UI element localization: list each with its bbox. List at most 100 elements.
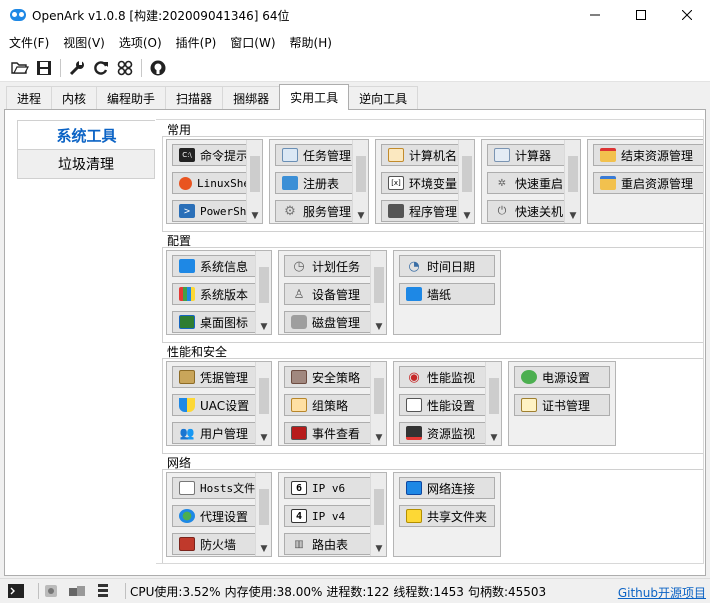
process-count: 进程数:122 <box>326 584 390 599</box>
resource-monitor-button[interactable]: 资源监视 <box>399 422 487 444</box>
datetime-button[interactable]: ◔ 时间日期 <box>399 255 495 277</box>
group-scrollbar[interactable]: ▼ <box>246 140 262 223</box>
thread-count: 线程数:1453 <box>393 584 464 599</box>
console-icon[interactable] <box>8 584 24 598</box>
ipv4-icon: 4 <box>291 509 307 523</box>
quick-shutdown-button[interactable]: ⏻ 快速关机 <box>487 200 567 222</box>
hosts-file-button[interactable]: Hosts文件 <box>172 477 258 499</box>
status-bar: CPU使用:3.52% 内存使用:38.00% 进程数:122 线程数:1453… <box>0 578 710 603</box>
event-viewer-icon <box>291 426 307 440</box>
tab-kernel[interactable]: 内核 <box>51 86 98 110</box>
task-scheduler-button[interactable]: ◷ 计划任务 <box>284 255 372 277</box>
tab-coder[interactable]: 编程助手 <box>96 86 167 110</box>
services-button[interactable]: ⚙ 服务管理 <box>275 200 355 222</box>
perf-settings-button[interactable]: 性能设置 <box>399 394 487 416</box>
monitor-icon <box>179 259 195 273</box>
registry-button[interactable]: 注册表 <box>275 172 355 194</box>
firewall-button[interactable]: 防火墙 <box>172 533 258 555</box>
credential-manager-button[interactable]: 凭据管理 <box>172 366 258 388</box>
event-viewer-button[interactable]: 事件查看 <box>284 422 372 444</box>
network-connections-button[interactable]: 网络连接 <box>399 477 495 499</box>
maximize-button[interactable] <box>618 0 664 30</box>
group-policy-button[interactable]: 组策略 <box>284 394 372 416</box>
system-version-button[interactable]: 系统版本 <box>172 283 258 305</box>
tab-utilities[interactable]: 实用工具 <box>279 84 350 110</box>
task-manager-button[interactable]: 任务管理 <box>275 144 355 166</box>
firewall-icon <box>179 537 195 551</box>
tab-bundler[interactable]: 捆绑器 <box>222 86 281 110</box>
save-icon[interactable] <box>32 56 56 80</box>
open-folder-icon[interactable] <box>8 56 32 80</box>
group-scrollbar[interactable]: ▼ <box>255 362 271 445</box>
disk-manager-button[interactable]: 磁盘管理 <box>284 311 372 333</box>
router-icon: ▥ <box>294 538 304 550</box>
group-scrollbar[interactable]: ▼ <box>370 473 386 556</box>
powershell-button[interactable]: > PowerShe <box>172 200 248 222</box>
gear-icon: ⚙ <box>284 203 296 219</box>
desktop-icons-button[interactable]: 桌面图标 <box>172 311 258 333</box>
linux-shell-button[interactable]: LinuxShe <box>172 172 248 194</box>
network-icon <box>406 481 422 495</box>
menu-options[interactable]: 选项(O) <box>112 34 169 51</box>
group-scrollbar[interactable]: ▼ <box>370 251 386 334</box>
env-vars-button[interactable]: [x] 环境变量 <box>381 172 461 194</box>
menu-window[interactable]: 窗口(W) <box>223 34 282 51</box>
group-scrollbar[interactable]: ▼ <box>458 140 474 223</box>
shared-folders-button[interactable]: 共享文件夹 <box>399 505 495 527</box>
github-icon[interactable] <box>146 56 170 80</box>
section-title: 常用 <box>167 122 192 137</box>
group-scrollbar[interactable]: ▼ <box>485 362 501 445</box>
title-bar: OpenArk v1.0.8 [构建:202009041346] 64位 <box>0 0 710 30</box>
github-link[interactable]: Github开源项目 <box>618 584 706 601</box>
wrench-icon[interactable] <box>65 56 89 80</box>
group-scrollbar[interactable]: ▼ <box>564 140 580 223</box>
button-group: ◷ 计划任务 ♙ 设备管理 磁盘管理 ▼ <box>278 250 387 335</box>
kill-explorer-button[interactable]: 结束资源管理 <box>593 144 703 166</box>
uac-settings-button[interactable]: UAC设置 <box>172 394 258 416</box>
close-button[interactable] <box>664 0 710 30</box>
wallpaper-button[interactable]: 墙纸 <box>399 283 495 305</box>
menu-view[interactable]: 视图(V) <box>56 34 112 51</box>
menu-help[interactable]: 帮助(H) <box>283 34 339 51</box>
computer-name-button[interactable]: 计算机名 <box>381 144 461 166</box>
group-scrollbar[interactable]: ▼ <box>352 140 368 223</box>
minimize-button[interactable] <box>572 0 618 30</box>
plugin-icon[interactable] <box>69 584 85 598</box>
ipv4-button[interactable]: 4 IP v4 <box>284 505 372 527</box>
proxy-settings-button[interactable]: 代理设置 <box>172 505 258 527</box>
perf-monitor-button[interactable]: ◉ 性能监视 <box>399 366 487 388</box>
group-scrollbar[interactable]: ▼ <box>255 251 271 334</box>
sidebar-item-cleaner[interactable]: 垃圾清理 <box>17 149 155 179</box>
settings-icon[interactable] <box>43 584 59 598</box>
programs-button[interactable]: 程序管理 <box>381 200 461 222</box>
power-settings-button[interactable]: 电源设置 <box>514 366 610 388</box>
button-group: 结束资源管理 重启资源管理 <box>587 139 703 224</box>
group-scrollbar[interactable]: ▼ <box>370 362 386 445</box>
calculator-button[interactable]: 计算器 <box>487 144 567 166</box>
group-scrollbar[interactable]: ▼ <box>255 473 271 556</box>
menu-plugins[interactable]: 插件(P) <box>169 34 224 51</box>
ipv6-button[interactable]: 6 IP v6 <box>284 477 372 499</box>
certificate-manager-button[interactable]: 证书管理 <box>514 394 610 416</box>
stack-icon[interactable] <box>95 584 111 598</box>
menu-file[interactable]: 文件(F) <box>2 34 56 51</box>
sidebar-item-system-tools[interactable]: 系统工具 <box>17 120 155 150</box>
device-manager-button[interactable]: ♙ 设备管理 <box>284 283 372 305</box>
tab-reverse[interactable]: 逆向工具 <box>348 86 419 110</box>
cmd-button[interactable]: C:\ 命令提示 <box>172 144 248 166</box>
user-manager-button[interactable]: 👥 用户管理 <box>172 422 258 444</box>
refresh-icon[interactable] <box>89 56 113 80</box>
restart-icon: ✲ <box>497 177 507 189</box>
security-policy-button[interactable]: 安全策略 <box>284 366 372 388</box>
system-info-button[interactable]: 系统信息 <box>172 255 258 277</box>
device-icon: ♙ <box>293 287 305 301</box>
quick-restart-button[interactable]: ✲ 快速重启 <box>487 172 567 194</box>
tab-process[interactable]: 进程 <box>6 86 53 110</box>
users-icon: 👥 <box>179 426 195 440</box>
restart-explorer-button[interactable]: 重启资源管理 <box>593 172 703 194</box>
ipv6-icon: 6 <box>291 481 307 495</box>
tab-scanner[interactable]: 扫描器 <box>165 86 224 110</box>
route-table-button[interactable]: ▥ 路由表 <box>284 533 372 555</box>
wallpaper-icon <box>406 287 422 301</box>
grid-icon[interactable] <box>113 56 137 80</box>
